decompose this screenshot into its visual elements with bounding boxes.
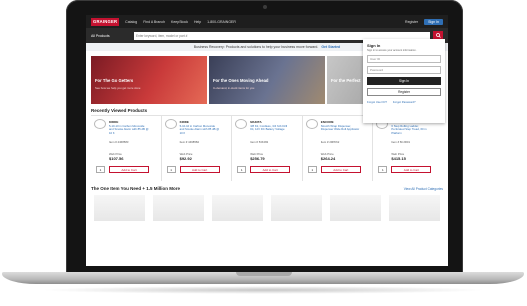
nav-help[interactable]: Help xyxy=(194,20,201,24)
category-thumb[interactable] xyxy=(94,195,145,221)
product-image[interactable] xyxy=(235,119,248,129)
hero-tile-1[interactable]: For The Go Getters See how we help you ge… xyxy=(91,56,207,104)
popup-subtitle: Sign in to access your account informati… xyxy=(367,49,417,52)
product-name[interactable]: 6 Step Rolling Ladder, Perforated Step T… xyxy=(391,124,431,135)
item-number: Item # 8CJR01 xyxy=(391,140,411,144)
add-to-cart-button[interactable]: Add to Cart xyxy=(109,166,149,173)
hero-title: For the Ones Moving Ahead xyxy=(213,78,269,83)
product-price: $415.15 xyxy=(391,156,406,161)
add-to-cart-button[interactable]: Add to Cart xyxy=(250,166,291,173)
product-name[interactable]: Stretch Wrap Dispenser, Dispenser Wide R… xyxy=(321,124,361,132)
forgot-password-link[interactable]: Forgot Password? xyxy=(393,100,416,104)
add-to-cart-button[interactable]: Add to Cart xyxy=(391,166,432,173)
category-thumb[interactable] xyxy=(153,195,204,221)
product-name[interactable]: 5-10-10 in Carbon Monoxide and Smoke Ala… xyxy=(109,124,149,135)
search-icon xyxy=(435,33,441,38)
item-number: Item # 4468582 xyxy=(179,140,200,144)
sign-in-popup: Sign In Sign in to access your account i… xyxy=(363,39,445,123)
laptop-screen: GRAINGER Catalog Find A Branch KeepStock… xyxy=(86,15,448,266)
quantity-field[interactable]: 1 xyxy=(237,166,247,173)
quantity-field[interactable]: 1 xyxy=(166,166,176,173)
category-thumb[interactable] xyxy=(330,195,381,221)
grainger-logo[interactable]: GRAINGER xyxy=(91,17,120,26)
product-image[interactable] xyxy=(305,119,318,129)
nav-links: Catalog Find A Branch KeepStock Help 1-8… xyxy=(125,20,241,24)
category-thumb[interactable] xyxy=(389,195,440,221)
product-price: $264.24 xyxy=(320,156,336,161)
product-card: COTTERMAN 6 Step Rolling Ladder, Perfora… xyxy=(373,116,443,181)
product-image[interactable] xyxy=(164,119,177,129)
nav-catalog[interactable]: Catalog xyxy=(125,20,137,24)
popup-title: Sign In xyxy=(367,43,381,48)
product-price: $92.92 xyxy=(179,156,192,161)
laptop-mockup: GRAINGER Catalog Find A Branch KeepStock… xyxy=(0,0,527,306)
product-card: ENCORE Stretch Wrap Dispenser, Dispenser… xyxy=(303,116,374,181)
banner-text: Business Recovery: Products and solution… xyxy=(193,45,319,49)
popup-register-button[interactable]: Register xyxy=(367,88,441,96)
user-id-field[interactable]: User ID xyxy=(367,55,441,63)
category-thumb[interactable] xyxy=(271,195,322,221)
forgot-user-link[interactable]: Forgot User ID? xyxy=(367,100,387,104)
top-nav: GRAINGER Catalog Find A Branch KeepStock… xyxy=(86,15,448,28)
product-name[interactable]: 3/8 Kit, Cordless, 3/4 ft-lb Drill Kit, … xyxy=(250,124,290,132)
item-number: Item # 53KJ82 xyxy=(250,140,269,144)
hero-tile-2[interactable]: For the Ones Moving Ahead In-demand, in-s… xyxy=(209,56,325,104)
register-link[interactable]: Register xyxy=(405,20,418,24)
password-field[interactable]: Password xyxy=(367,66,441,74)
webcam xyxy=(263,5,267,9)
quantity-field[interactable]: 1 xyxy=(96,166,105,173)
view-all-link[interactable]: View All Product Categories xyxy=(404,187,443,191)
sign-in-button[interactable]: Sign In xyxy=(424,18,443,25)
laptop-shadow xyxy=(40,286,487,294)
hero-title: For the Perfect xyxy=(331,78,361,83)
hero-subtitle: See how we help you get more done xyxy=(95,86,141,90)
nav-phone[interactable]: 1-800-GRAINGER xyxy=(207,20,236,24)
product-card: KIDDE 5-10-10 in Carbon Monoxide and Smo… xyxy=(91,116,162,181)
all-products-dropdown[interactable]: All Products xyxy=(91,34,131,38)
product-card: MAKITA 3/8 Kit, Cordless, 3/4 ft-lb Dril… xyxy=(232,116,303,181)
product-price: $256.79 xyxy=(250,156,265,161)
nav-find-branch[interactable]: Find A Branch xyxy=(143,20,165,24)
product-image[interactable] xyxy=(94,119,106,129)
hero-subtitle: In-demand, in-stock items for you xyxy=(213,86,255,90)
nav-keepstock[interactable]: KeepStock xyxy=(171,20,188,24)
category-thumbnails xyxy=(94,195,440,221)
item-number: Item # 4468583 xyxy=(109,140,129,144)
add-to-cart-button[interactable]: Add to Cart xyxy=(179,166,220,173)
quantity-field[interactable]: 1 xyxy=(307,166,317,173)
more-section-header: The One Item You Need + 1.5 Million More… xyxy=(91,186,443,191)
hero-title: For The Go Getters xyxy=(95,78,134,83)
product-name[interactable]: 5-10-10 in Carbon Monoxide and Smoke Ala… xyxy=(180,124,220,135)
banner-link[interactable]: Get Started xyxy=(321,45,340,49)
forgot-links: Forgot User ID? Forgot Password? xyxy=(367,100,441,104)
category-thumb[interactable] xyxy=(212,195,263,221)
popup-sign-in-button[interactable]: Sign In xyxy=(367,77,441,85)
laptop-notch xyxy=(236,272,292,276)
quantity-field[interactable]: 1 xyxy=(378,166,388,173)
item-number: Item # 29PK62 xyxy=(320,140,340,144)
recently-viewed-list: KIDDE 5-10-10 in Carbon Monoxide and Smo… xyxy=(91,115,443,181)
more-title: The One Item You Need + 1.5 Million More xyxy=(91,186,180,191)
add-to-cart-button[interactable]: Add to Cart xyxy=(320,166,361,173)
product-card: KIDDE 5-10-10 in Carbon Monoxide and Smo… xyxy=(162,116,233,181)
product-price: $107.56 xyxy=(109,156,124,161)
